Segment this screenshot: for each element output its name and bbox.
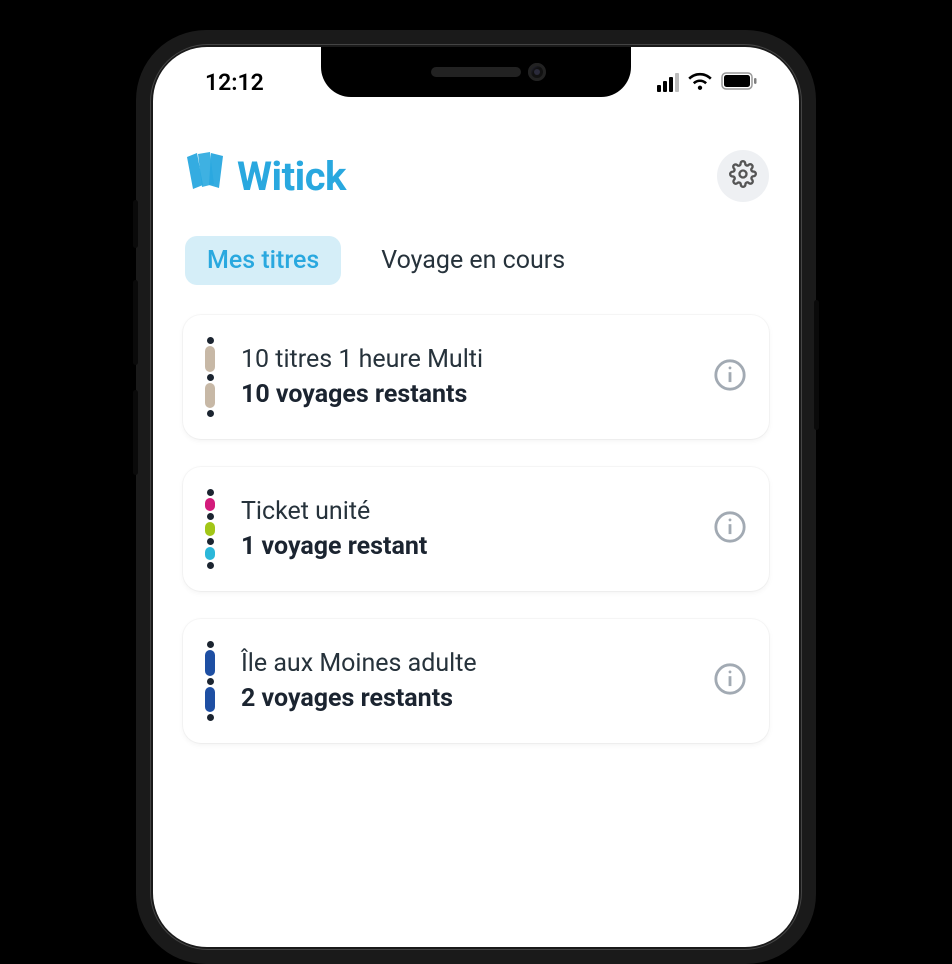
info-icon xyxy=(713,529,747,548)
status-indicators xyxy=(657,69,757,96)
front-camera xyxy=(528,63,546,81)
settings-button[interactable] xyxy=(717,150,769,202)
ticket-body: Île aux Moines adulte 2 voyages restants xyxy=(241,649,691,713)
brand-logo[interactable]: Witick xyxy=(183,151,346,201)
tickets-icon xyxy=(183,151,229,201)
side-button xyxy=(133,200,138,248)
ticket-body: Ticket unité 1 voyage restant xyxy=(241,497,691,561)
ticket-subtitle: 2 voyages restants xyxy=(241,684,691,713)
gear-icon xyxy=(729,160,757,192)
line-indicator xyxy=(201,489,219,569)
tab-my-tickets[interactable]: Mes titres xyxy=(185,236,341,285)
app-header: Witick xyxy=(183,150,769,202)
ticket-list: 10 titres 1 heure Multi 10 voyages restan… xyxy=(183,315,769,743)
tab-bar: Mes titres Voyage en cours xyxy=(183,236,769,285)
wifi-icon xyxy=(688,69,712,96)
ticket-title: 10 titres 1 heure Multi xyxy=(241,345,691,374)
info-icon xyxy=(713,681,747,700)
info-button[interactable] xyxy=(713,662,747,700)
side-button xyxy=(133,280,138,365)
app-screen: 12:12 xyxy=(153,47,799,947)
side-button xyxy=(133,390,138,475)
phone-notch xyxy=(321,47,631,97)
line-indicator xyxy=(201,337,219,417)
ticket-card[interactable]: Ticket unité 1 voyage restant xyxy=(183,467,769,591)
info-button[interactable] xyxy=(713,358,747,396)
info-button[interactable] xyxy=(713,510,747,548)
ticket-title: Ticket unité xyxy=(241,497,691,526)
ticket-card[interactable]: Île aux Moines adulte 2 voyages restants xyxy=(183,619,769,743)
ticket-title: Île aux Moines adulte xyxy=(241,649,691,678)
side-button xyxy=(814,300,819,430)
line-indicator xyxy=(201,641,219,721)
info-icon xyxy=(713,377,747,396)
status-time: 12:12 xyxy=(205,69,264,96)
speaker-grill xyxy=(431,67,521,77)
phone-frame: 12:12 xyxy=(136,30,816,964)
tab-current-trip[interactable]: Voyage en cours xyxy=(359,236,587,285)
battery-icon xyxy=(721,69,757,96)
cellular-icon xyxy=(657,73,679,92)
ticket-subtitle: 1 voyage restant xyxy=(241,532,691,561)
ticket-body: 10 titres 1 heure Multi 10 voyages restan… xyxy=(241,345,691,409)
brand-name: Witick xyxy=(237,153,346,200)
ticket-subtitle: 10 voyages restants xyxy=(241,380,691,409)
ticket-card[interactable]: 10 titres 1 heure Multi 10 voyages restan… xyxy=(183,315,769,439)
